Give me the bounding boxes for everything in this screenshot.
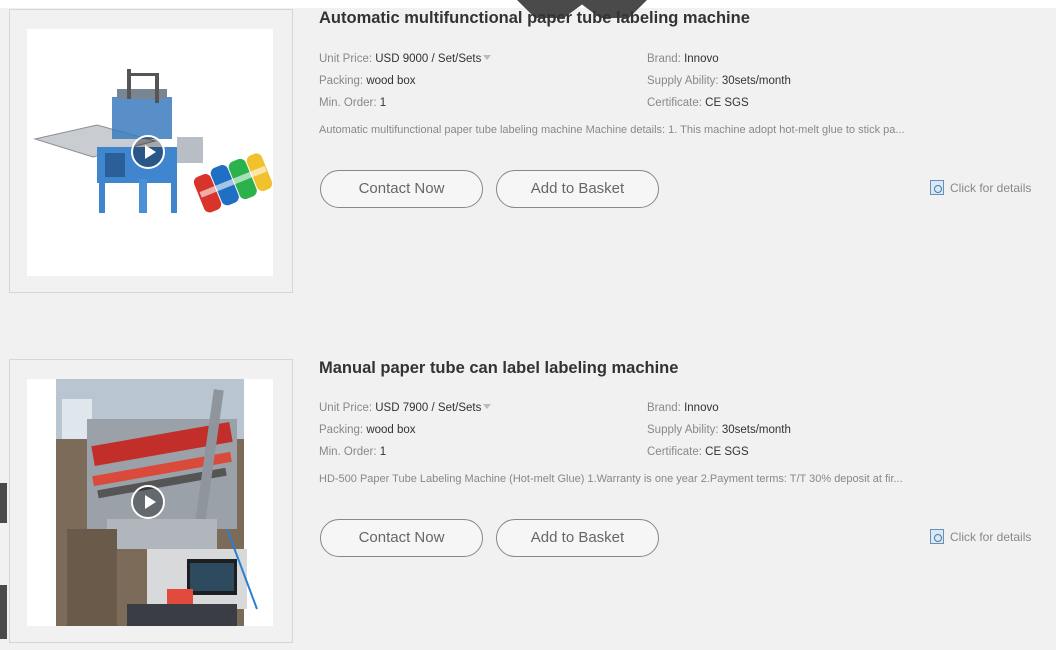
play-video-icon[interactable] (131, 135, 165, 169)
product-description: Automatic multifunctional paper tube lab… (319, 124, 905, 136)
supply-ability-value: 30sets/month (721, 424, 791, 436)
click-for-details-link[interactable]: Click for details (930, 529, 1031, 544)
product-image-frame[interactable] (9, 9, 293, 293)
product-title[interactable]: Automatic multifunctional paper tube lab… (319, 9, 750, 28)
min-order-value: 1 (379, 446, 387, 458)
unit-price-label: Unit Price: (319, 53, 373, 65)
brand-row: Brand: Innovo (647, 53, 719, 65)
contact-now-button[interactable]: Contact Now (320, 519, 483, 557)
brand-label: Brand: (647, 402, 681, 414)
play-video-icon[interactable] (131, 485, 165, 519)
certificate-label: Certificate: (647, 97, 702, 109)
packing-label: Packing: (319, 75, 364, 87)
product-image[interactable] (27, 29, 273, 276)
caret-down-icon[interactable] (483, 55, 492, 60)
supply-ability-value: 30sets/month (721, 75, 791, 87)
product-image-frame[interactable] (9, 359, 293, 643)
unit-price-label: Unit Price: (319, 402, 373, 414)
supply-ability-row: Supply Ability: 30sets/month (647, 75, 791, 87)
add-to-basket-button[interactable]: Add to Basket (496, 519, 659, 557)
document-magnifier-icon (930, 529, 944, 544)
min-order-value: 1 (379, 97, 387, 109)
product-title[interactable]: Manual paper tube can label labeling mac… (319, 359, 678, 378)
unit-price-row: Unit Price: USD 7900 / Set/Sets (319, 402, 492, 414)
document-magnifier-icon (930, 180, 944, 195)
packing-row: Packing: wood box (319, 75, 416, 87)
click-for-details-label: Click for details (950, 181, 1032, 195)
brand-value: Innovo (684, 53, 719, 65)
min-order-label: Min. Order: (319, 446, 377, 458)
brand-label: Brand: (647, 53, 681, 65)
supply-ability-label: Supply Ability: (647, 75, 719, 87)
unit-price-value: USD 7900 / Set/Sets (375, 402, 482, 414)
click-for-details-link[interactable]: Click for details (930, 180, 1031, 195)
certificate-value: CE SGS (705, 446, 749, 458)
min-order-row: Min. Order: 1 (319, 446, 386, 458)
certificate-value: CE SGS (705, 97, 749, 109)
add-to-basket-button[interactable]: Add to Basket (496, 170, 659, 208)
product-card: Automatic multifunctional paper tube lab… (0, 0, 1056, 300)
certificate-row: Certificate: CE SGS (647, 97, 749, 109)
certificate-row: Certificate: CE SGS (647, 446, 749, 458)
packing-label: Packing: (319, 424, 364, 436)
product-description: HD-500 Paper Tube Labeling Machine (Hot-… (319, 473, 903, 485)
supply-ability-row: Supply Ability: 30sets/month (647, 424, 791, 436)
unit-price-value: USD 9000 / Set/Sets (375, 53, 482, 65)
packing-value: wood box (366, 424, 416, 436)
brand-row: Brand: Innovo (647, 402, 719, 414)
click-for-details-label: Click for details (950, 530, 1032, 544)
min-order-label: Min. Order: (319, 97, 377, 109)
product-image[interactable] (27, 379, 273, 626)
unit-price-row: Unit Price: USD 9000 / Set/Sets (319, 53, 492, 65)
caret-down-icon[interactable] (483, 404, 492, 409)
min-order-row: Min. Order: 1 (319, 97, 386, 109)
supply-ability-label: Supply Ability: (647, 424, 719, 436)
certificate-label: Certificate: (647, 446, 702, 458)
packing-value: wood box (366, 75, 416, 87)
product-card: Manual paper tube can label labeling mac… (0, 350, 1056, 650)
brand-value: Innovo (684, 402, 719, 414)
packing-row: Packing: wood box (319, 424, 416, 436)
contact-now-button[interactable]: Contact Now (320, 170, 483, 208)
